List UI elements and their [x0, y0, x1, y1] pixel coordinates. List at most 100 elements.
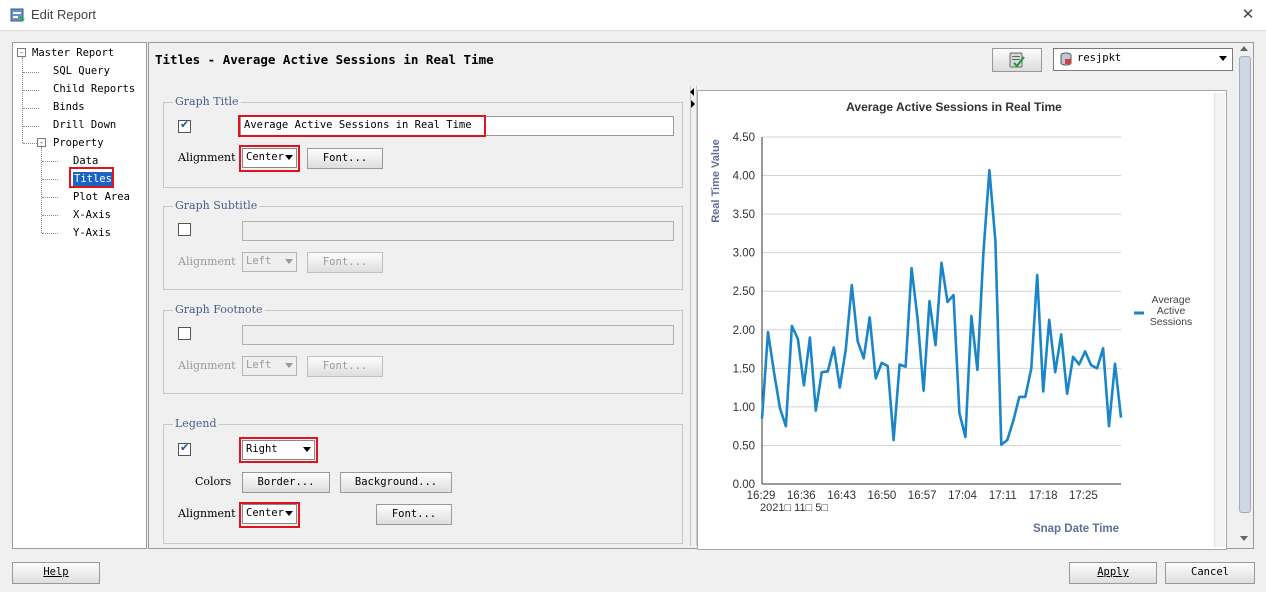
tree-item-x-axis[interactable]: X-Axis	[73, 208, 111, 222]
graph-footnote-input[interactable]	[242, 325, 674, 345]
tree-connector	[41, 147, 42, 233]
scroll-up-icon[interactable]	[1240, 46, 1248, 51]
database-icon	[1060, 52, 1072, 66]
legend-alignment-label: Alignment	[178, 507, 236, 520]
graph-subtitle-checkbox[interactable]	[178, 223, 191, 236]
app-icon	[10, 7, 26, 23]
highlight-legend-alignment	[239, 502, 300, 528]
collapse-icon[interactable]: -	[37, 138, 46, 147]
series-line-average-active-sessions	[760, 168, 1123, 447]
window-title: Edit Report	[31, 7, 97, 22]
tree-connector	[23, 126, 39, 127]
x-tick-label: 17:18	[1029, 490, 1058, 502]
chart-y-axis-label: Real Time Value	[710, 139, 722, 223]
legend-entry-line: Sessions	[1150, 316, 1193, 328]
window-titlebar	[0, 0, 1266, 31]
chart-preview: Average Active Sessions in Real Time Rea…	[697, 90, 1227, 550]
x-tick-label: 16:43	[827, 490, 856, 502]
tree-connector	[22, 57, 23, 143]
check-icon: ✔	[180, 441, 190, 454]
collapse-right-icon[interactable]	[691, 100, 695, 108]
tree-connector	[23, 143, 37, 144]
y-tick-label: 3.00	[733, 248, 755, 260]
chart-date-label: 2021□ 11□ 5□	[760, 502, 828, 514]
tree-item-data[interactable]: Data	[73, 154, 98, 168]
apply-button[interactable]: Apply	[1069, 562, 1157, 584]
tree-item-property[interactable]: Property	[53, 136, 104, 150]
graph-footnote-group	[163, 310, 683, 394]
graph-subtitle-input[interactable]	[242, 221, 674, 241]
collapse-left-icon[interactable]	[690, 88, 694, 96]
tree-connector	[23, 72, 39, 73]
legend-checkbox[interactable]: ✔	[178, 441, 191, 456]
graph-footnote-alignment-select[interactable]: Left	[242, 356, 297, 376]
y-tick-label: 4.00	[733, 171, 755, 183]
graph-subtitle-group	[163, 206, 683, 290]
tree-item-master-report[interactable]: Master Report	[32, 46, 114, 60]
x-tick-label: 16:57	[908, 490, 937, 502]
graph-footnote-alignment-value: Left	[246, 359, 272, 371]
highlight-titles	[69, 167, 114, 188]
tree-item-drill-down[interactable]: Drill Down	[53, 118, 116, 132]
y-tick-label: 2.00	[733, 325, 755, 337]
legend-entry: Average Active Sessions	[1150, 294, 1193, 328]
y-tick-label: 4.50	[733, 132, 755, 144]
chart-series-group	[760, 168, 1123, 447]
close-icon[interactable]: ✕	[1239, 4, 1257, 24]
tree-item-y-axis[interactable]: Y-Axis	[73, 226, 111, 240]
chart-x-axis-label: Snap Date Time	[1033, 523, 1119, 535]
scroll-down-icon[interactable]	[1240, 536, 1248, 541]
x-tick-label: 17:25	[1069, 490, 1098, 502]
graph-subtitle-label: Graph Subtitle	[173, 199, 260, 212]
check-icon: ✔	[180, 118, 190, 131]
help-button[interactable]: Help	[12, 562, 100, 584]
navigation-tree: - Master Report SQL Query Child Reports …	[12, 42, 147, 549]
panel-title: Titles - Average Active Sessions in Real…	[155, 52, 494, 67]
legend-colors-label: Colors	[195, 475, 232, 488]
split-divider[interactable]	[690, 86, 697, 546]
graph-title-label: Graph Title	[173, 95, 241, 108]
graph-footnote-alignment-label: Alignment	[178, 359, 236, 372]
cancel-button[interactable]: Cancel	[1165, 562, 1255, 584]
tree-item-binds[interactable]: Binds	[53, 100, 85, 114]
x-tick-label: 16:36	[787, 490, 816, 502]
y-tick-label: 2.50	[733, 286, 755, 298]
x-tick-label: 17:11	[989, 490, 1017, 502]
highlight-title-input	[238, 115, 486, 137]
highlight-title-alignment	[239, 145, 300, 172]
connection-value: resjpkt	[1077, 52, 1122, 64]
x-tick-label: 17:04	[948, 490, 977, 502]
scroll-thumb[interactable]	[1239, 56, 1251, 513]
tree-connector	[42, 233, 58, 234]
y-tick-label: 1.50	[733, 363, 755, 375]
graph-footnote-checkbox[interactable]	[178, 327, 191, 340]
graph-footnote-font-button[interactable]: Font...	[307, 356, 383, 377]
apply-label: Apply	[1097, 566, 1129, 578]
chart-x-ticks: 16:29 16:36 16:43 16:50 16:57 17:04 17:11 17:18…	[747, 490, 1098, 502]
legend-font-button[interactable]: Font...	[376, 504, 452, 525]
collapse-icon[interactable]: -	[17, 48, 26, 57]
legend-border-button[interactable]: Border...	[242, 472, 330, 493]
database-check-icon	[1009, 52, 1025, 68]
legend-background-button[interactable]: Background...	[340, 472, 452, 493]
chart-scrollbar[interactable]	[1214, 93, 1225, 547]
graph-title-font-button[interactable]: Font...	[307, 148, 383, 169]
vertical-scrollbar[interactable]	[1238, 44, 1251, 546]
tree-item-child-reports[interactable]: Child Reports	[53, 82, 135, 96]
tree-connector	[42, 179, 58, 180]
tree-item-sql-query[interactable]: SQL Query	[53, 64, 110, 78]
graph-title-checkbox[interactable]: ✔	[178, 118, 191, 133]
help-label: Help	[43, 566, 69, 578]
legend-group-label: Legend	[173, 417, 219, 430]
connection-select[interactable]: resjpkt	[1053, 48, 1233, 71]
graph-subtitle-font-button[interactable]: Font...	[307, 252, 383, 273]
graph-subtitle-alignment-select[interactable]: Left	[242, 252, 297, 272]
x-tick-label: 16:50	[868, 490, 897, 502]
y-tick-label: 3.50	[733, 209, 755, 221]
refresh-button[interactable]	[992, 48, 1042, 72]
chevron-down-icon	[285, 259, 293, 264]
tree-item-plot-area[interactable]: Plot Area	[73, 190, 130, 204]
chart-title: Average Active Sessions in Real Time	[846, 100, 1062, 114]
chevron-down-icon	[1219, 56, 1227, 61]
tree-connector	[42, 161, 58, 162]
